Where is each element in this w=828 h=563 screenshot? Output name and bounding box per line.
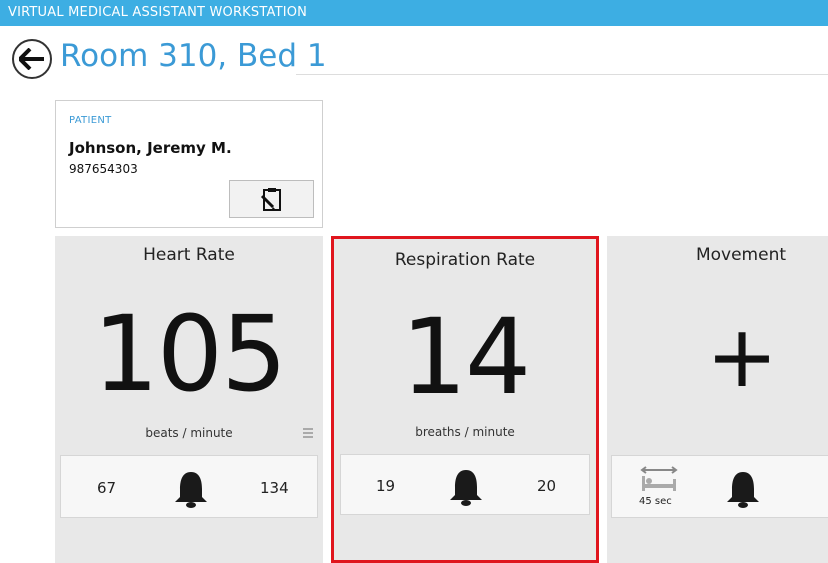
patient-label: PATIENT: [69, 115, 112, 126]
page-title: Room 310, Bed 1: [60, 38, 327, 74]
back-button[interactable]: [12, 39, 52, 79]
bed-movement-icon: [640, 466, 678, 491]
heart-rate-alarm-box[interactable]: 67 134: [60, 455, 318, 518]
heart-rate-high-limit: 134: [260, 479, 289, 497]
movement-value: +: [705, 307, 778, 407]
heart-rate-title: Heart Rate: [143, 245, 235, 265]
heart-rate-panel[interactable]: Heart Rate 105 beats / minute 67 134: [55, 236, 323, 563]
heart-rate-value: 105: [92, 293, 288, 415]
movement-interval: 45 sec: [639, 496, 672, 507]
app-titlebar: VIRTUAL MEDICAL ASSISTANT WORKSTATION: [0, 0, 828, 26]
patient-id: 987654303: [69, 162, 138, 176]
clipboard-button[interactable]: [229, 180, 314, 218]
patient-name: Johnson, Jeremy M.: [69, 139, 232, 157]
bell-icon[interactable]: [446, 467, 486, 507]
arrow-left-icon: [19, 48, 44, 70]
respiration-rate-alarm-box[interactable]: 19 20: [340, 454, 590, 515]
respiration-rate-value: 14: [400, 296, 531, 418]
movement-title: Movement: [695, 245, 787, 265]
heart-rate-unit: beats / minute: [145, 426, 233, 440]
menu-icon[interactable]: [303, 428, 315, 440]
patient-card: PATIENT Johnson, Jeremy M. 987654303: [55, 100, 323, 228]
clipboard-edit-icon: [260, 188, 281, 211]
respiration-rate-panel[interactable]: Respiration Rate 14 breaths / minute 19 …: [331, 236, 599, 563]
bell-icon[interactable]: [723, 469, 763, 509]
movement-panel[interactable]: Movement + 45 sec: [607, 236, 828, 563]
respiration-rate-unit: breaths / minute: [415, 425, 515, 439]
title-divider: [296, 74, 828, 75]
bell-icon[interactable]: [171, 469, 211, 509]
respiration-rate-low-limit: 19: [376, 477, 396, 495]
movement-alarm-box[interactable]: 45 sec: [611, 455, 828, 518]
heart-rate-low-limit: 67: [97, 479, 117, 497]
respiration-rate-high-limit: 20: [537, 477, 557, 495]
respiration-rate-title: Respiration Rate: [394, 250, 536, 270]
